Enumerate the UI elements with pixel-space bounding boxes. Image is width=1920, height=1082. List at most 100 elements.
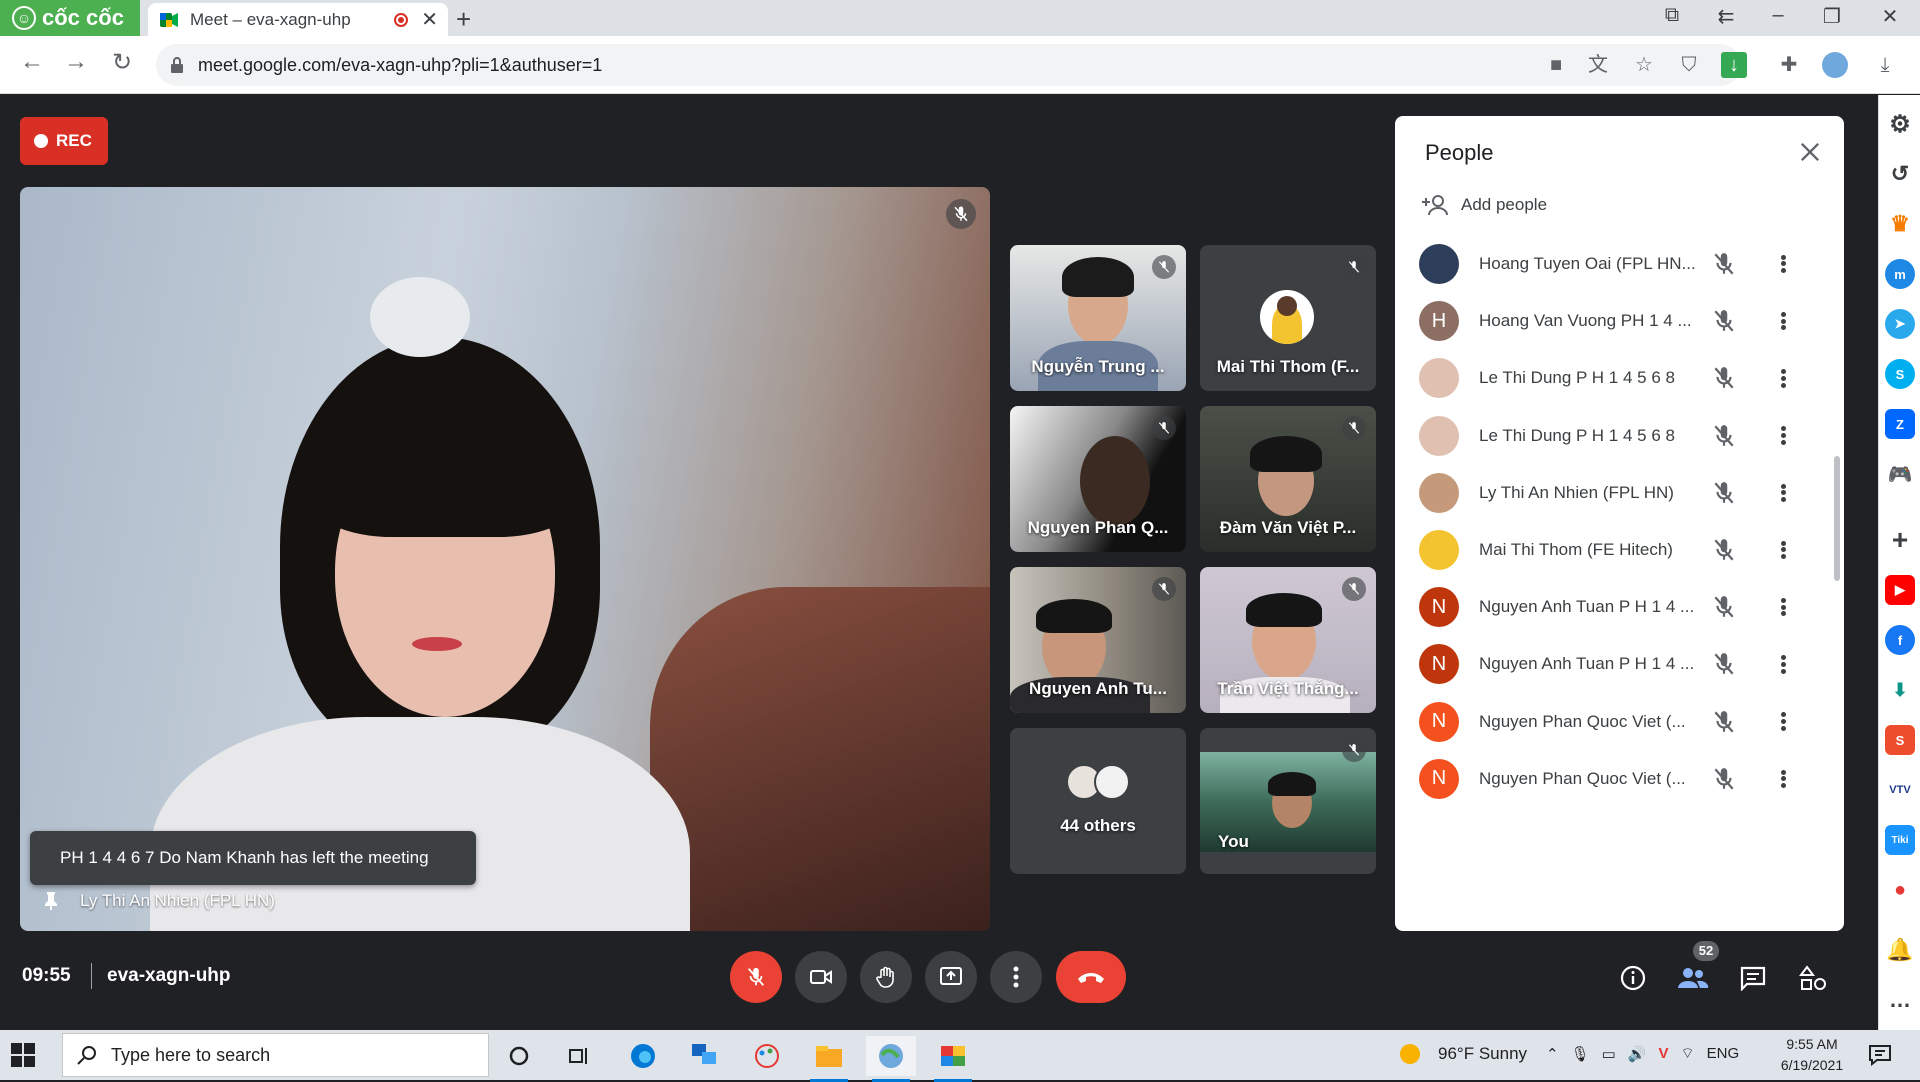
- skype-icon[interactable]: S: [1885, 359, 1915, 389]
- reload-button[interactable]: ↻: [106, 48, 138, 77]
- participant-tile[interactable]: Nguyễn Trung ...: [1010, 245, 1186, 391]
- zalo-icon[interactable]: Z: [1885, 409, 1915, 439]
- participant-mic-off-icon[interactable]: [1711, 423, 1737, 449]
- network-app-icon[interactable]: [680, 1036, 730, 1076]
- participant-more-options-icon[interactable]: [1773, 251, 1793, 277]
- coc-coc-wallet-icon[interactable]: ⬇: [1885, 675, 1915, 705]
- shopee-icon[interactable]: S: [1885, 725, 1915, 755]
- participant-mic-off-icon[interactable]: [1711, 308, 1737, 334]
- participant-tile[interactable]: Đàm Văn Việt P...: [1200, 406, 1376, 552]
- participant-mic-off-icon[interactable]: [1711, 651, 1737, 677]
- edge-browser-icon[interactable]: [618, 1036, 668, 1076]
- chat-button[interactable]: [1736, 961, 1770, 995]
- office-app-icon[interactable]: [928, 1036, 978, 1082]
- minimize-button[interactable]: –: [1758, 4, 1798, 27]
- main-video[interactable]: Ly Thi An Nhien (FPL HN): [20, 187, 990, 931]
- download-extension-icon[interactable]: ↓: [1721, 52, 1747, 78]
- participant-more-options-icon[interactable]: [1773, 709, 1793, 735]
- action-center-icon[interactable]: [1867, 1042, 1893, 1068]
- volume-icon[interactable]: 🔊: [1628, 1045, 1647, 1063]
- participant-more-options-icon[interactable]: [1773, 594, 1793, 620]
- participant-more-options-icon[interactable]: [1773, 480, 1793, 506]
- food-delivery-icon[interactable]: ●: [1885, 875, 1915, 905]
- participant-tile[interactable]: Nguyen Anh Tu...: [1010, 567, 1186, 713]
- participant-mic-off-icon[interactable]: [1711, 480, 1737, 506]
- participant-tile[interactable]: Trần Việt Thắng...: [1200, 567, 1376, 713]
- participant-mic-off-icon[interactable]: [1711, 766, 1737, 792]
- participant-more-options-icon[interactable]: [1773, 537, 1793, 563]
- browser-tab-meet[interactable]: Meet – eva-xagn-uhp ✕: [148, 3, 448, 36]
- tab-close-icon[interactable]: ✕: [421, 7, 438, 32]
- participant-more-options-icon[interactable]: [1773, 423, 1793, 449]
- youtube-icon[interactable]: ▶: [1885, 575, 1915, 605]
- more-horiz-icon[interactable]: …: [1885, 985, 1915, 1015]
- microphone-toggle-button[interactable]: [730, 951, 782, 1003]
- present-screen-button[interactable]: [925, 951, 977, 1003]
- settings-gear-icon[interactable]: ⚙: [1885, 109, 1915, 139]
- participant-tile[interactable]: Mai Thi Thom (F...: [1200, 245, 1376, 391]
- tiki-icon[interactable]: Tiki: [1885, 825, 1915, 855]
- telegram-icon[interactable]: ➤: [1885, 309, 1915, 339]
- vtv-icon[interactable]: VTV: [1885, 775, 1915, 805]
- taskbar-clock[interactable]: 9:55 AM 6/19/2021: [1772, 1034, 1852, 1076]
- new-tab-button[interactable]: +: [456, 4, 471, 35]
- profile-avatar-icon[interactable]: [1822, 52, 1848, 78]
- add-people-button[interactable]: Add people: [1421, 194, 1547, 216]
- meeting-details-button[interactable]: [1616, 961, 1650, 995]
- participant-tile[interactable]: Nguyen Phan Q...: [1010, 406, 1186, 552]
- language-indicator[interactable]: ENG: [1707, 1045, 1740, 1062]
- leave-call-button[interactable]: [1056, 951, 1126, 1003]
- close-panel-icon[interactable]: [1796, 138, 1824, 166]
- download-icon[interactable]: ⤓: [1872, 52, 1898, 78]
- panel-scrollbar[interactable]: [1834, 456, 1840, 581]
- history-icon[interactable]: ↺: [1885, 159, 1915, 189]
- participant-row[interactable]: N Nguyen Phan Quoc Viet (...: [1395, 744, 1844, 814]
- weather-widget[interactable]: 96°F Sunny: [1400, 1044, 1527, 1064]
- extensions-puzzle-icon[interactable]: ✚: [1776, 52, 1802, 78]
- add-sidebar-icon[interactable]: +: [1885, 524, 1915, 555]
- participant-mic-off-icon[interactable]: [1711, 251, 1737, 277]
- taskbar-search-box[interactable]: Type here to search: [62, 1033, 489, 1077]
- browser-brand-button[interactable]: ☺ cốc cốc: [0, 0, 140, 36]
- chevron-up-icon[interactable]: ⌃: [1546, 1045, 1559, 1063]
- others-tile[interactable]: 44 others: [1010, 728, 1186, 874]
- back-tabs-icon[interactable]: ⇇: [1706, 4, 1746, 29]
- game-controller-icon[interactable]: 🎮: [1885, 459, 1915, 489]
- back-button[interactable]: ←: [16, 48, 48, 76]
- participant-mic-off-icon[interactable]: [1711, 365, 1737, 391]
- maximize-button[interactable]: ❐: [1812, 4, 1852, 29]
- coccoc-browser-taskbar-icon[interactable]: [866, 1036, 916, 1082]
- task-view-icon[interactable]: [555, 1036, 605, 1076]
- cortana-icon[interactable]: [494, 1036, 544, 1076]
- facebook-icon[interactable]: f: [1885, 625, 1915, 655]
- notification-bell-icon[interactable]: 🔔: [1885, 935, 1915, 965]
- participant-mic-off-icon[interactable]: [1711, 537, 1737, 563]
- participant-more-options-icon[interactable]: [1773, 365, 1793, 391]
- participant-mic-off-icon[interactable]: [1711, 709, 1737, 735]
- paint-icon[interactable]: [742, 1036, 792, 1076]
- wifi-icon[interactable]: ⌔: [1681, 1044, 1695, 1063]
- more-options-button[interactable]: [990, 951, 1042, 1003]
- close-window-button[interactable]: ✕: [1870, 4, 1910, 29]
- camera-toggle-button[interactable]: [795, 951, 847, 1003]
- antivirus-icon[interactable]: V: [1659, 1045, 1669, 1062]
- battery-icon[interactable]: ▭: [1602, 1045, 1616, 1063]
- activities-button[interactable]: [1796, 961, 1830, 995]
- participant-more-options-icon[interactable]: [1773, 308, 1793, 334]
- screenshot-icon[interactable]: ⧉: [1652, 4, 1692, 27]
- participant-mic-off-icon[interactable]: [1711, 594, 1737, 620]
- bookmark-star-icon[interactable]: ☆: [1631, 52, 1657, 78]
- translate-icon[interactable]: 文: [1585, 52, 1611, 78]
- address-bar[interactable]: meet.google.com/eva-xagn-uhp?pli=1&authu…: [156, 44, 1741, 86]
- camera-icon[interactable]: ■: [1543, 52, 1569, 78]
- windows-start-icon[interactable]: [10, 1042, 36, 1068]
- raise-hand-button[interactable]: [860, 951, 912, 1003]
- show-everyone-button[interactable]: [1676, 961, 1710, 995]
- microphone-tray-icon[interactable]: 🎙: [1571, 1045, 1590, 1063]
- shield-icon[interactable]: ⛉: [1676, 52, 1702, 78]
- crown-icon[interactable]: ♛: [1885, 209, 1915, 239]
- participant-more-options-icon[interactable]: [1773, 651, 1793, 677]
- messenger-icon[interactable]: m: [1885, 259, 1915, 289]
- forward-button[interactable]: →: [60, 48, 92, 76]
- file-explorer-icon[interactable]: [804, 1036, 854, 1082]
